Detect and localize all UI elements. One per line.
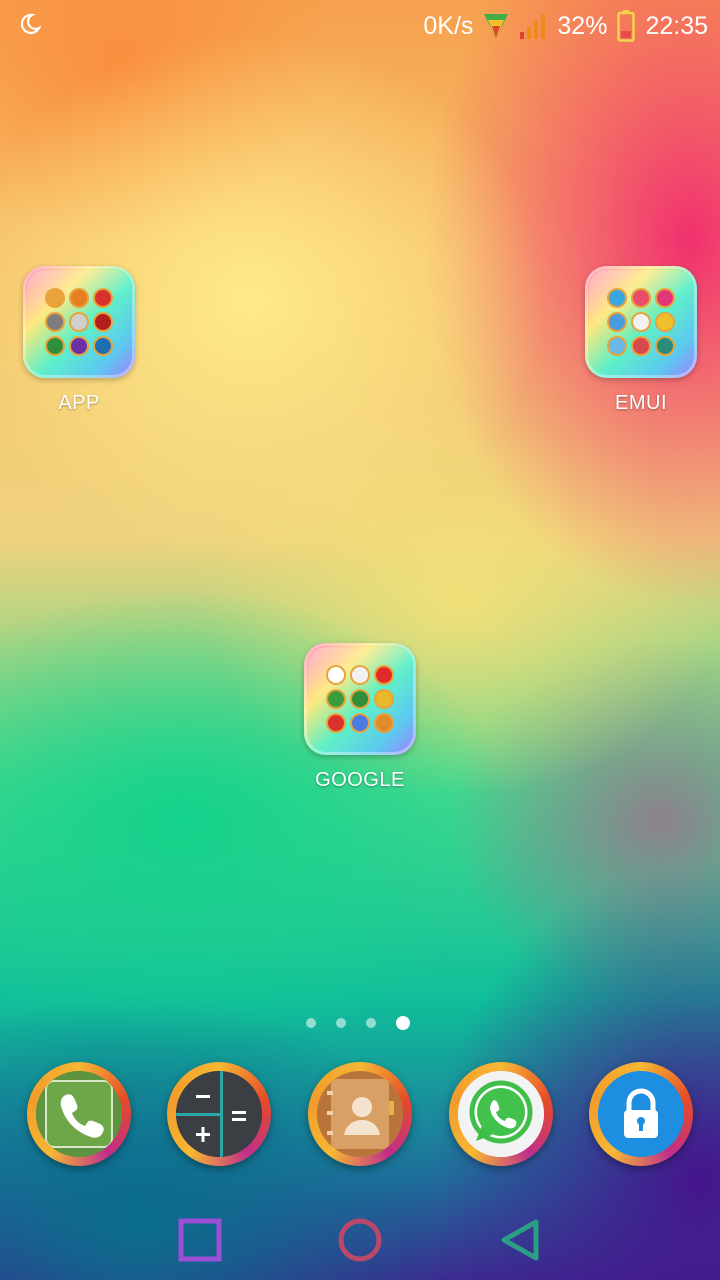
whatsapp-icon bbox=[458, 1071, 544, 1157]
folder-emui[interactable]: EMUI bbox=[576, 266, 706, 415]
acrobat-icon bbox=[95, 314, 111, 330]
linkedin-icon bbox=[95, 338, 111, 354]
music-icon bbox=[633, 290, 649, 306]
page-dot[interactable] bbox=[336, 1018, 346, 1028]
lock-icon bbox=[598, 1071, 684, 1157]
data-transfer-icon bbox=[484, 14, 509, 38]
chrome-icon bbox=[47, 290, 63, 306]
folder-label-google: GOOGLE bbox=[315, 769, 405, 791]
health-icon bbox=[633, 338, 649, 354]
phone-app[interactable] bbox=[27, 1062, 131, 1166]
clock-app-icon bbox=[633, 314, 649, 330]
triangle-icon bbox=[501, 1219, 539, 1261]
battery-icon bbox=[617, 10, 636, 42]
home-button[interactable] bbox=[336, 1216, 384, 1264]
clock: 22:35 bbox=[645, 11, 708, 40]
signal-icon bbox=[520, 14, 546, 39]
lock-app[interactable] bbox=[589, 1062, 693, 1166]
whatsapp-app[interactable] bbox=[449, 1062, 553, 1166]
vlc-icon bbox=[71, 290, 87, 306]
contacts-icon bbox=[317, 1071, 403, 1157]
page-dot-active[interactable] bbox=[396, 1016, 410, 1030]
folder-label-app: APP bbox=[58, 392, 100, 414]
emui-icon bbox=[657, 338, 673, 354]
calculator-icon bbox=[176, 1071, 262, 1157]
status-bar: 0K/s 32% 22:35 bbox=[0, 0, 720, 52]
page-indicator bbox=[306, 1016, 410, 1030]
dock bbox=[0, 1062, 720, 1170]
net-speed: 0K/s bbox=[423, 11, 474, 40]
back-button[interactable] bbox=[496, 1216, 544, 1264]
opera-icon bbox=[95, 290, 111, 306]
themes-icon bbox=[657, 290, 673, 306]
chrome-icon bbox=[352, 667, 368, 683]
drive-icon bbox=[376, 691, 392, 707]
gallery-icon bbox=[352, 691, 368, 707]
page-dot[interactable] bbox=[366, 1018, 376, 1028]
translate-icon bbox=[352, 715, 368, 731]
phone-icon bbox=[36, 1071, 122, 1157]
maps-icon bbox=[328, 691, 344, 707]
display-icon bbox=[609, 314, 625, 330]
calculator-app[interactable] bbox=[167, 1062, 271, 1166]
contacts-app[interactable] bbox=[308, 1062, 412, 1166]
camera-icon bbox=[47, 338, 63, 354]
moon-icon bbox=[20, 13, 42, 35]
circle-icon bbox=[338, 1218, 382, 1262]
settings-icon bbox=[47, 314, 63, 330]
gallery-icon bbox=[609, 338, 625, 354]
record-icon bbox=[328, 715, 344, 731]
weather-icon bbox=[609, 290, 625, 306]
folder-icon bbox=[304, 643, 416, 755]
folder-app[interactable]: APP bbox=[14, 266, 144, 415]
square-icon bbox=[178, 1218, 222, 1262]
google-icon bbox=[328, 667, 344, 683]
printer-icon bbox=[71, 314, 87, 330]
notes-icon bbox=[657, 314, 673, 330]
folder-google[interactable]: GOOGLE bbox=[295, 643, 425, 792]
recent-apps-button[interactable] bbox=[176, 1216, 224, 1264]
folder-icon bbox=[23, 266, 135, 378]
headphones-icon bbox=[376, 715, 392, 731]
folder-label-emui: EMUI bbox=[615, 392, 667, 414]
folder-icon bbox=[585, 266, 697, 378]
page-dot[interactable] bbox=[306, 1018, 316, 1028]
youtube-icon bbox=[376, 667, 392, 683]
navigation-bar bbox=[0, 1200, 720, 1280]
battery-percent: 32% bbox=[557, 11, 608, 40]
m-app-icon bbox=[71, 338, 87, 354]
